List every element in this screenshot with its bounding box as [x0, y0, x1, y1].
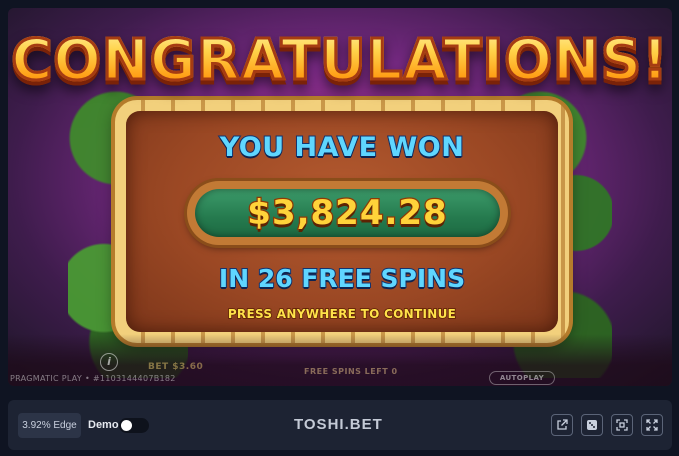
free-spins-left-text: FREE SPINS LEFT 0: [304, 367, 398, 376]
win-amount-plaque: $3,824.28: [187, 181, 508, 245]
dice-button[interactable]: [581, 414, 603, 436]
autoplay-button[interactable]: AUTOPLAY: [489, 371, 555, 385]
open-external-button[interactable]: [551, 414, 573, 436]
provider-text: PRAGMATIC PLAY • #1103144407B182: [10, 374, 176, 383]
free-spins-label: IN 26 FREE SPINS: [218, 263, 466, 294]
house-edge-badge: 3.92% Edge: [18, 413, 81, 438]
you-have-won-label: YOU HAVE WON: [219, 131, 465, 164]
open-external-icon: [557, 419, 568, 430]
casino-game-page: YOU HAVE WON $3,824.28 IN 26 FREE SPINS …: [0, 0, 679, 456]
press-anywhere-label[interactable]: PRESS ANYWHERE TO CONTINUE: [126, 306, 558, 322]
win-board[interactable]: YOU HAVE WON $3,824.28 IN 26 FREE SPINS …: [115, 100, 569, 343]
info-icon[interactable]: i: [100, 353, 118, 371]
congratulations-title: CONGRATULATIONS!: [8, 26, 672, 96]
demo-label: Demo: [88, 419, 119, 431]
fullscreen-button[interactable]: [641, 414, 663, 436]
game-toolbar: 3.92% Edge Demo TOSHI.BET: [8, 400, 672, 450]
bet-amount-text: BET $3.60: [148, 362, 204, 372]
game-canvas[interactable]: YOU HAVE WON $3,824.28 IN 26 FREE SPINS …: [8, 8, 672, 386]
theater-mode-button[interactable]: [611, 414, 633, 436]
brand-logo: TOSHI.BET: [294, 416, 383, 433]
dice-icon: [587, 420, 597, 430]
fullscreen-icon: [646, 419, 658, 431]
win-amount: $3,824.28: [246, 192, 448, 235]
demo-toggle[interactable]: [119, 418, 149, 433]
win-board-panel: YOU HAVE WON $3,824.28 IN 26 FREE SPINS …: [126, 111, 558, 332]
toggle-knob: [121, 420, 132, 431]
theater-mode-icon: [616, 419, 628, 431]
